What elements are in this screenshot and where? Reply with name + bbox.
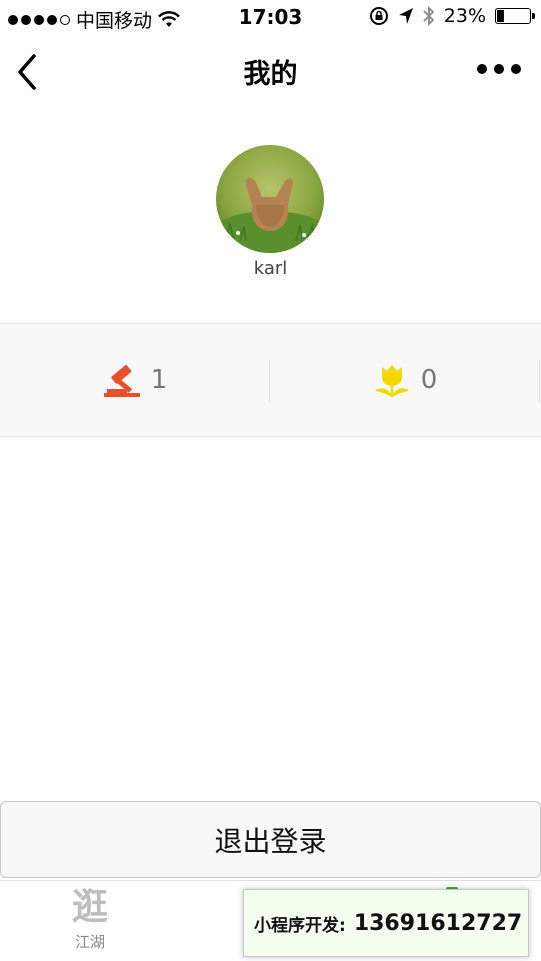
stat-auction[interactable]: 1 (0, 324, 270, 436)
status-bar: 中国移动 17:03 23% (0, 0, 541, 34)
username: karl (253, 258, 288, 279)
stats-panel: 1 0 (0, 323, 541, 437)
page-title: 我的 (243, 59, 298, 90)
logout-button[interactable]: 退出登录 (0, 801, 541, 878)
status-right: 23% (369, 5, 535, 27)
flower-count: 0 (420, 365, 438, 395)
stat-flower[interactable]: 0 (270, 324, 540, 436)
tab-jianghu[interactable]: 逛 江湖 (46, 887, 134, 952)
gavel-icon (103, 365, 140, 397)
battery-percent: 23% (443, 5, 486, 27)
battery-icon (495, 8, 535, 24)
promo-banner: 小程序开发: 13691612727 (243, 889, 529, 957)
promo-phone: 13691612727 (353, 910, 523, 936)
rotation-lock-icon (369, 7, 388, 25)
tulip-flower-icon (374, 365, 409, 397)
more-dots-icon[interactable] (477, 64, 521, 74)
avatar[interactable] (216, 145, 324, 253)
bluetooth-icon (423, 6, 435, 26)
auction-count: 1 (150, 365, 168, 395)
wander-icon: 逛 (71, 887, 108, 928)
stats-divider-right (539, 360, 540, 402)
tab-label-jianghu: 江湖 (74, 933, 105, 951)
nav-bar: 我的 (0, 34, 541, 108)
location-arrow-icon (398, 8, 413, 24)
promo-label: 小程序开发: (254, 915, 346, 936)
